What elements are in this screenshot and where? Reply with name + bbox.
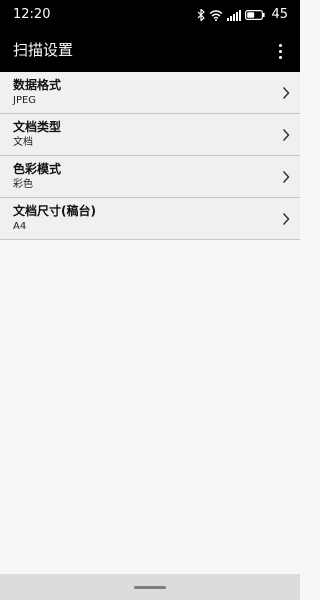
app-bar: 扫描设置 bbox=[0, 30, 300, 72]
setting-title: 色彩模式 bbox=[13, 162, 62, 176]
setting-title: 数据格式 bbox=[13, 78, 62, 92]
chevron-right-icon bbox=[282, 212, 290, 226]
home-indicator[interactable] bbox=[134, 586, 166, 589]
settings-list: 数据格式 JPEG 文档类型 文档 色彩模式 彩色 文档尺寸(稿台) A4 bbox=[0, 72, 300, 240]
setting-value: 彩色 bbox=[13, 179, 33, 190]
setting-title: 文档类型 bbox=[13, 120, 62, 134]
setting-value: 文档 bbox=[13, 137, 33, 148]
more-vertical-icon[interactable] bbox=[270, 39, 290, 63]
status-icons: 45 bbox=[197, 7, 288, 23]
menu-dot bbox=[278, 49, 282, 53]
status-time: 12:20 bbox=[13, 7, 51, 22]
status-bar: 12:20 45 bbox=[0, 0, 300, 30]
setting-value: JPEG bbox=[13, 95, 37, 106]
page-title: 扫描设置 bbox=[13, 41, 74, 59]
setting-value: A4 bbox=[13, 221, 27, 232]
setting-document-type[interactable]: 文档类型 文档 bbox=[0, 114, 300, 156]
battery-icon bbox=[245, 10, 266, 20]
setting-color-mode[interactable]: 色彩模式 彩色 bbox=[0, 156, 300, 198]
menu-dot bbox=[278, 55, 282, 59]
signal-icon bbox=[227, 9, 242, 21]
setting-document-size[interactable]: 文档尺寸(稿台) A4 bbox=[0, 198, 300, 240]
chevron-right-icon bbox=[282, 170, 290, 184]
wifi-icon bbox=[209, 9, 223, 21]
chevron-right-icon bbox=[282, 86, 290, 100]
setting-title: 文档尺寸(稿台) bbox=[13, 204, 96, 218]
setting-data-format[interactable]: 数据格式 JPEG bbox=[0, 72, 300, 114]
battery-level: 45 bbox=[271, 7, 288, 22]
menu-dot bbox=[278, 43, 282, 47]
chevron-right-icon bbox=[282, 128, 290, 142]
bluetooth-icon bbox=[197, 9, 206, 21]
system-nav-bar bbox=[0, 574, 300, 600]
